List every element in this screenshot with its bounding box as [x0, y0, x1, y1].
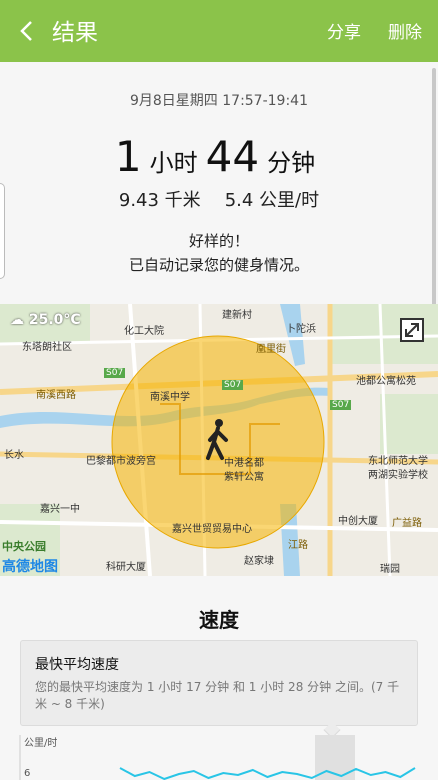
map-label: 嘉兴世贸贸易中心	[172, 524, 252, 535]
metrics-row: 9.43 千米 5.4 公里/时	[0, 186, 438, 212]
speed-line-0	[119, 767, 416, 780]
map-label: 中创大厦	[338, 516, 378, 527]
card-description: 您的最快平均速度为 1 小时 17 分钟 和 1 小时 28 分钟 之间。(7 …	[35, 680, 400, 711]
map-label: 化工大院	[124, 326, 164, 337]
cloud-icon: ☁	[10, 312, 29, 328]
map-label: 南溪西路	[36, 390, 76, 401]
speed-chart	[19, 735, 416, 780]
map-label: 瑞园	[380, 564, 400, 575]
duration: 1 小时 44 分钟	[0, 132, 438, 181]
map-label: 赵家埭	[244, 556, 274, 567]
page-title: 结果	[52, 20, 98, 46]
map-label: 嘉兴一中	[40, 504, 80, 515]
duration-minutes: 44	[205, 132, 260, 181]
back-arrow-icon[interactable]	[16, 18, 40, 44]
amap-logo: 高德地图	[2, 559, 58, 575]
congrats-message: 好样的！	[188, 232, 249, 250]
map-label: 东塔朗社区	[22, 342, 72, 353]
delete-button[interactable]: 删除	[388, 18, 422, 43]
map-label: 江路	[288, 540, 308, 551]
weather-temperature: ☁ 25.0°C	[10, 312, 81, 328]
speed-value: 5.4 公里/时	[224, 190, 320, 211]
map-label: 凰里街	[256, 344, 286, 355]
park-label: 中央公园	[2, 540, 46, 553]
map-label: 南溪中学	[150, 392, 190, 403]
highway-label: S07	[104, 368, 126, 378]
date-range: 9月8日星期四 17:57-19:41	[129, 93, 308, 109]
workout-summary: 9月8日星期四 17:57-19:41 1 小时 44 分钟 9.43 千米 5.4 公…	[0, 62, 438, 304]
map-label: 东北师范大学	[368, 456, 428, 467]
route-map[interactable]: 建新村 化工大院 卜陀浜 东塔朗社区 凰里街 南溪西路 南溪中学 S07 S07…	[0, 304, 438, 576]
side-panel-handle[interactable]	[0, 183, 5, 279]
share-button[interactable]: 分享	[327, 18, 361, 43]
map-label: 建新村	[222, 310, 252, 321]
fastest-speed-card: 最快平均速度 您的最快平均速度为 1 小时 17 分钟 和 1 小时 28 分钟…	[20, 640, 418, 726]
map-label: 长水	[4, 450, 24, 461]
map-label: 巴黎都市波旁宫	[86, 456, 156, 467]
map-label: 卜陀浜	[286, 324, 316, 335]
speed-section-title: 速度	[199, 608, 239, 632]
app-header: 结果 分享 删除	[0, 0, 438, 62]
auto-record-message: 已自动记录您的健身情况。	[128, 256, 309, 274]
speed-series	[119, 767, 416, 780]
hours-unit: 小时	[149, 149, 198, 177]
duration-hours: 1	[114, 132, 142, 181]
y-axis-label: 公里/时	[24, 738, 58, 749]
expand-icon[interactable]	[400, 318, 424, 342]
map-label: 两湖实验学校	[368, 470, 428, 481]
minutes-unit: 分钟	[267, 149, 316, 177]
map-label: 池都公寓松苑	[356, 376, 416, 387]
map-label: 紫轩公寓	[224, 472, 264, 483]
highway-label: S07	[330, 400, 352, 410]
distance-value: 9.43 千米	[118, 190, 201, 211]
y-tick-label: 6	[24, 768, 31, 779]
card-title: 最快平均速度	[35, 657, 119, 673]
temperature-text: 25.0°C	[28, 312, 81, 328]
highway-label: S07	[222, 380, 244, 390]
map-label: 广益路	[392, 518, 422, 529]
map-label: 科研大厦	[106, 562, 146, 573]
